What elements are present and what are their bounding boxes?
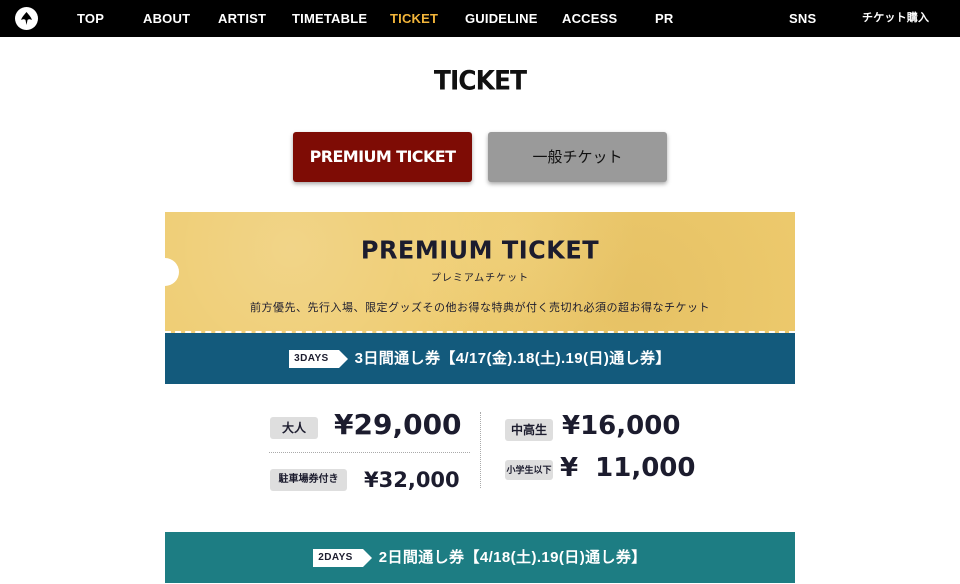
nav-item-about[interactable]: ABOUT — [143, 0, 190, 37]
price-label-parking: 駐車場券付き — [270, 469, 347, 491]
nav-item-ticket[interactable]: TICKET — [390, 0, 438, 37]
card-title: PREMIUM TICKET — [360, 235, 600, 265]
top-nav: TOP ABOUT ARTIST TIMETABLE TICKET GUIDEL… — [0, 0, 960, 37]
plan-tag: 2DAYS — [313, 549, 373, 567]
price-value-adult: ¥29,000 — [334, 408, 462, 441]
nav-item-sns[interactable]: SNS — [789, 0, 816, 37]
price-label-elementary: 小学生以下 — [505, 460, 553, 480]
nav-item-access[interactable]: ACCESS — [562, 0, 617, 37]
nav-item-ticket-purchase[interactable]: チケット購入 — [862, 0, 929, 37]
card-subtitle: プレミアムチケット — [430, 273, 530, 284]
plan-header-2days: 2DAYS 2日間通し券【4/18(土).19(日)通し券】 — [165, 532, 795, 583]
plan-title: 3日間通し券【4/17(金).18(土).19(日)通し券】 — [354, 350, 671, 367]
price-label-adult: 大人 — [270, 417, 318, 439]
price-divider — [269, 452, 470, 453]
nav-item-top[interactable]: TOP — [77, 0, 104, 37]
page-title: TICKET — [433, 64, 527, 97]
plan-title: 2日間通し券【4/18(土).19(日)通し券】 — [378, 549, 647, 566]
price-column-divider — [480, 412, 481, 488]
plan-tag: 3DAYS — [289, 350, 349, 368]
nav-item-timetable[interactable]: TIMETABLE — [292, 0, 367, 37]
nav-item-pr[interactable]: PR — [655, 0, 673, 37]
price-value-parking: ¥32,000 — [364, 468, 460, 492]
nav-item-guideline[interactable]: GUIDELINE — [465, 0, 538, 37]
nav-item-artist[interactable]: ARTIST — [218, 0, 266, 37]
price-label-highschool: 中高生 — [505, 419, 553, 441]
tab-premium-ticket[interactable]: PREMIUM TICKET — [293, 132, 472, 182]
bird-logo-icon[interactable] — [15, 7, 38, 30]
tab-general-ticket[interactable]: 一般チケット — [488, 132, 667, 182]
premium-ticket-card: PREMIUM TICKET プレミアムチケット 前方優先、先行入場、限定グッズ… — [165, 212, 795, 333]
plan-header-3days: 3DAYS 3日間通し券【4/17(金).18(土).19(日)通し券】 — [165, 333, 795, 384]
card-description: 前方優先、先行入場、限定グッズその他お得な特典が付く売切れ必須の超お得なチケット — [250, 302, 710, 314]
price-value-elementary: ¥ 11,000 — [560, 453, 696, 483]
price-value-highschool: ¥16,000 — [562, 411, 681, 441]
